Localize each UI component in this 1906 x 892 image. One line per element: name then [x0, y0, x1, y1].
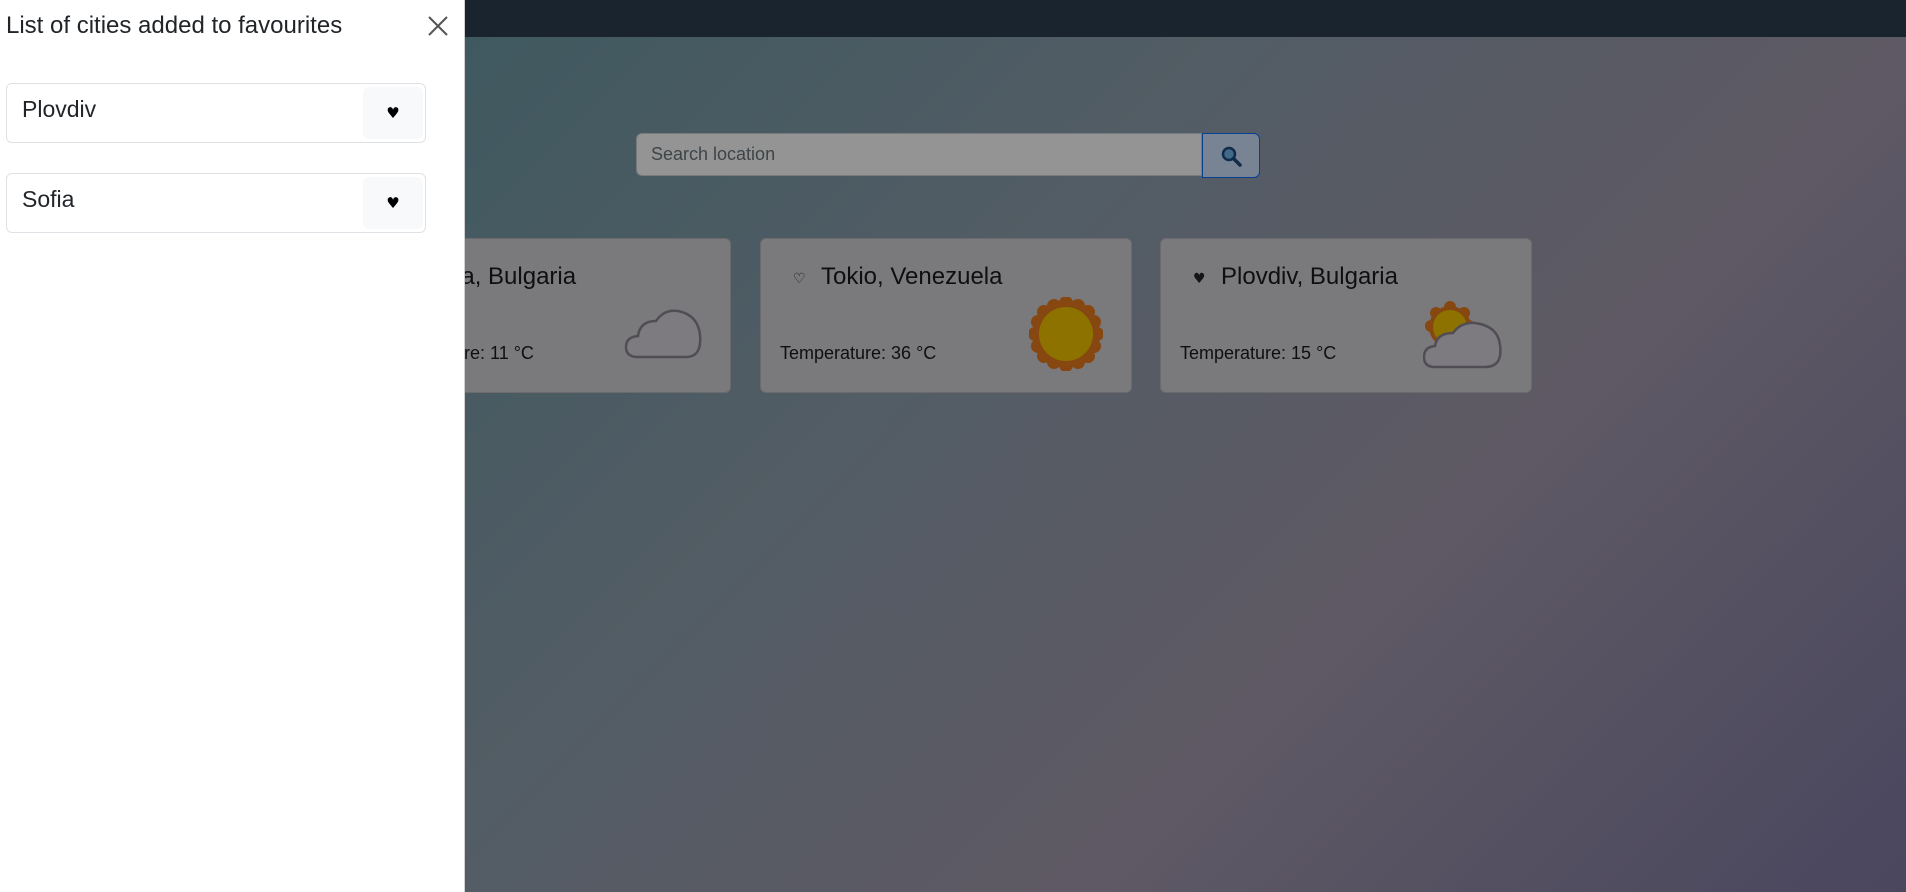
remove-favourite-button[interactable]: ♥: [363, 177, 423, 229]
remove-favourite-button[interactable]: ♥: [363, 87, 423, 139]
favourites-panel-title: List of cities added to favourites: [6, 12, 343, 39]
heart-filled-icon: ♥: [386, 104, 400, 122]
close-button[interactable]: [424, 12, 452, 40]
favourites-panel: List of cities added to favourites Plovd…: [0, 0, 465, 892]
favourite-list-item: Plovdiv ♥: [6, 83, 426, 143]
favourite-city-name: Sofia: [22, 186, 75, 212]
close-icon: [428, 16, 448, 36]
favourite-city-name: Plovdiv: [22, 96, 97, 122]
heart-filled-icon: ♥: [386, 194, 400, 212]
favourite-list-item: Sofia ♥: [6, 173, 426, 233]
